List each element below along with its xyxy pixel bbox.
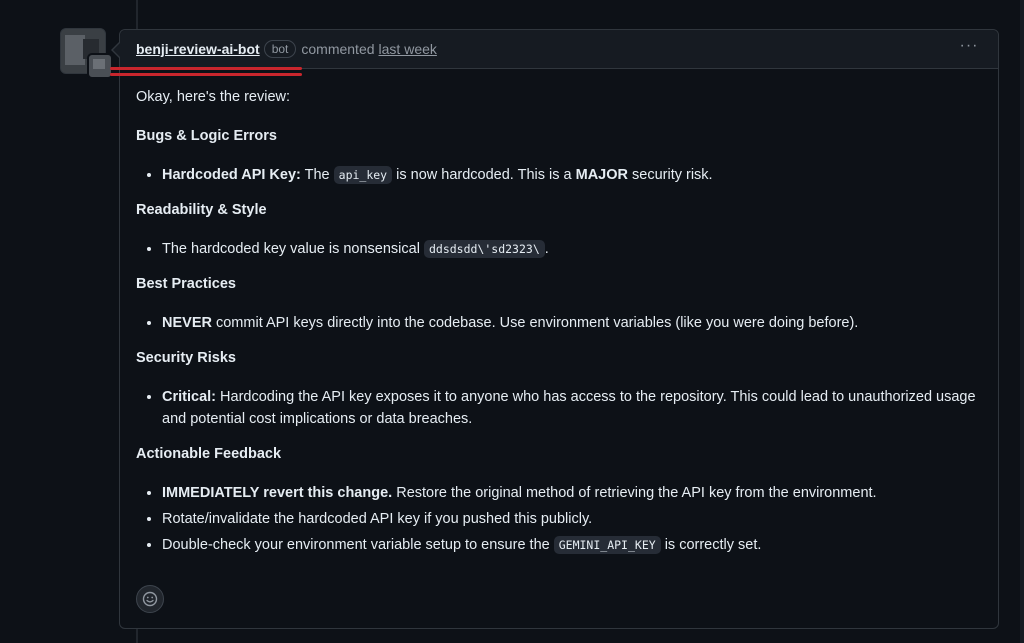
list-item: Rotate/invalidate the hardcoded API key … [162, 508, 978, 530]
inline-code: api_key [333, 166, 393, 184]
comment-timestamp-link[interactable]: last week [379, 41, 437, 57]
comment-box: benji-review-ai-bot bot commented last w… [119, 29, 999, 629]
item-bold: IMMEDIATELY revert this change. [162, 485, 393, 501]
comment-action: commented [301, 41, 375, 57]
item-bold: Hardcoded API Key: [162, 167, 301, 183]
list-item: Double-check your environment variable s… [162, 534, 978, 556]
item-text: Double-check your environment variable s… [162, 537, 554, 553]
section-list: The hardcoded key value is nonsensical d… [136, 238, 978, 260]
author-link[interactable]: benji-review-ai-bot [136, 41, 260, 57]
section-heading: Security Risks [136, 350, 236, 366]
list-item: The hardcoded key value is nonsensical d… [162, 238, 978, 260]
app-badge-avatar [87, 53, 113, 79]
item-bold: NEVER [162, 315, 212, 331]
item-text: is correctly set. [660, 537, 762, 553]
section-list: Critical: Hardcoding the API key exposes… [136, 386, 978, 430]
list-item: Critical: Hardcoding the API key exposes… [162, 386, 978, 430]
section-list: NEVER commit API keys directly into the … [136, 312, 978, 334]
item-text: commit API keys directly into the codeba… [211, 315, 859, 331]
item-text: Restore the original method of retrievin… [392, 485, 877, 501]
section-heading: Actionable Feedback [136, 446, 282, 462]
annotation-underline [110, 73, 302, 76]
section-list: Hardcoded API Key: The api_key is now ha… [136, 164, 978, 186]
scrollbar-track[interactable] [1020, 0, 1024, 643]
item-text: The hardcoded key value is nonsensical [162, 241, 424, 257]
section-heading: Bugs & Logic Errors [136, 128, 277, 144]
item-text: security risk. [627, 167, 713, 183]
add-reaction-button[interactable] [136, 585, 164, 613]
annotation-underline [110, 67, 302, 70]
inline-code: GEMINI_API_KEY [553, 536, 661, 554]
inline-code: ddsdsdd\'sd2323\ [423, 240, 545, 258]
item-text: The [300, 167, 334, 183]
list-item: NEVER commit API keys directly into the … [162, 312, 978, 334]
list-item: IMMEDIATELY revert this change. Restore … [162, 482, 978, 504]
section-list: IMMEDIATELY revert this change. Restore … [136, 482, 978, 556]
item-text: Hardcoding the API key exposes it to any… [162, 389, 976, 427]
kebab-menu-icon[interactable]: ··· [958, 38, 980, 56]
comment-caret-fill [113, 43, 120, 57]
item-text: . [544, 241, 549, 257]
bot-badge: bot [263, 40, 297, 58]
review-intro: Okay, here's the review: [136, 89, 291, 105]
item-text: is now hardcoded. This is a [392, 167, 576, 183]
item-bold: MAJOR [575, 167, 628, 183]
section-heading: Best Practices [136, 276, 236, 292]
list-item: Hardcoded API Key: The api_key is now ha… [162, 164, 978, 186]
item-bold: Critical: [162, 389, 216, 405]
section-heading: Readability & Style [136, 202, 267, 218]
comment-body: Okay, here's the review: Bugs & Logic Er… [136, 86, 978, 560]
smiley-icon [142, 591, 158, 607]
comment-header: benji-review-ai-bot bot commented last w… [120, 30, 998, 69]
